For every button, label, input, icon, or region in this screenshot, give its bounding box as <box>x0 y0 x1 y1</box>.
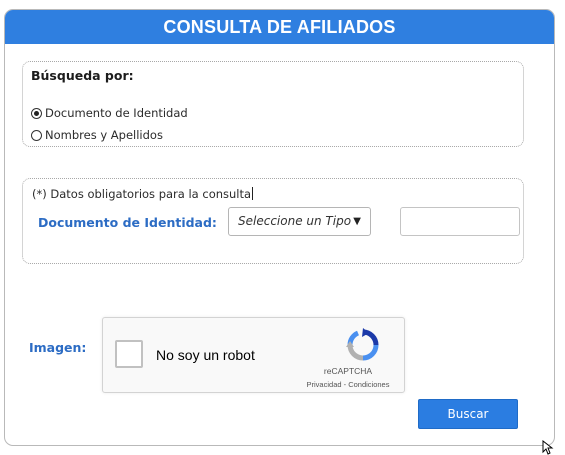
search-by-legend: Búsqueda por: <box>31 68 134 83</box>
radio-unchecked-icon[interactable] <box>31 129 42 141</box>
recaptcha-checkbox-label: No soy un robot <box>156 347 255 363</box>
recaptcha-widget: No soy un robot reCAPTCHA Privacidad - C… <box>102 317 405 393</box>
recaptcha-links[interactable]: Privacidad - Condiciones <box>293 380 403 389</box>
radio-documento-identidad[interactable]: Documento de Identidad <box>31 106 188 120</box>
recaptcha-brand: reCAPTCHA <box>323 366 373 376</box>
page-title: CONSULTA DE AFILIADOS <box>5 10 554 44</box>
recaptcha-logo-icon <box>346 328 379 361</box>
document-label: Documento de Identidad: <box>38 215 217 230</box>
text-cursor-icon <box>252 187 254 200</box>
radio-checked-icon[interactable] <box>31 107 42 119</box>
radio-nombres-apellidos[interactable]: Nombres y Apellidos <box>31 128 163 142</box>
document-number-input[interactable] <box>400 207 520 236</box>
search-by-fieldset: Búsqueda por: Documento de Identidad Nom… <box>22 61 524 147</box>
document-type-value: Seleccione un Tipo <box>238 214 352 228</box>
document-type-select[interactable]: Seleccione un Tipo ▼ <box>228 207 371 236</box>
captcha-label: Imagen: <box>29 340 87 355</box>
mouse-cursor-icon <box>542 440 554 455</box>
radio-label-nombres: Nombres y Apellidos <box>45 128 163 142</box>
search-button[interactable]: Buscar <box>418 399 518 429</box>
required-note: (*) Datos obligatorios para la consulta <box>32 187 254 201</box>
document-fieldset: (*) Datos obligatorios para la consulta … <box>22 178 524 264</box>
recaptcha-checkbox[interactable] <box>115 340 143 368</box>
radio-label-documento: Documento de Identidad <box>45 106 188 120</box>
dropdown-arrow-icon: ▼ <box>353 216 361 227</box>
